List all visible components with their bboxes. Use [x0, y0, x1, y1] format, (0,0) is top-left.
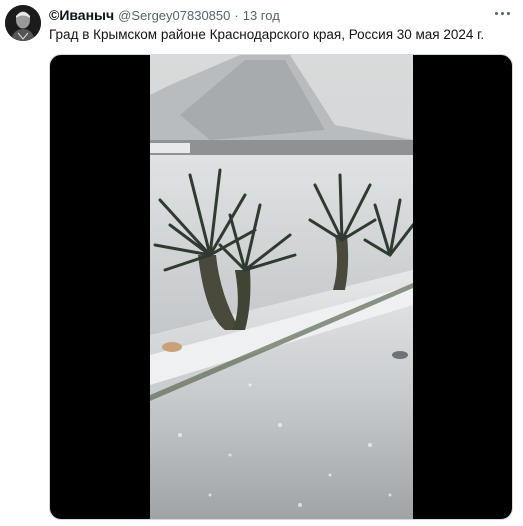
tweet-timestamp[interactable]: 13 год [243, 8, 280, 23]
more-options-button[interactable] [491, 4, 513, 22]
author-name[interactable]: ©Иваныч [49, 7, 114, 23]
more-horizontal-icon [494, 11, 498, 15]
tweet-media-video[interactable] [49, 54, 513, 520]
video-frame[interactable] [150, 55, 413, 519]
author-handle[interactable]: @Sergey07830850 [118, 8, 230, 23]
tweet-card[interactable]: ©Иваныч @Sergey07830850 · 13 год Град в … [0, 0, 523, 526]
tweet-text: Град в Крымском районе Краснодарского кр… [49, 27, 485, 42]
tweet-header: ©Иваныч @Sergey07830850 · 13 год [49, 7, 280, 25]
hail-scene-image [150, 55, 413, 519]
header-separator: · [234, 8, 239, 23]
avatar-portrait-icon [5, 5, 41, 41]
avatar[interactable] [5, 5, 41, 41]
